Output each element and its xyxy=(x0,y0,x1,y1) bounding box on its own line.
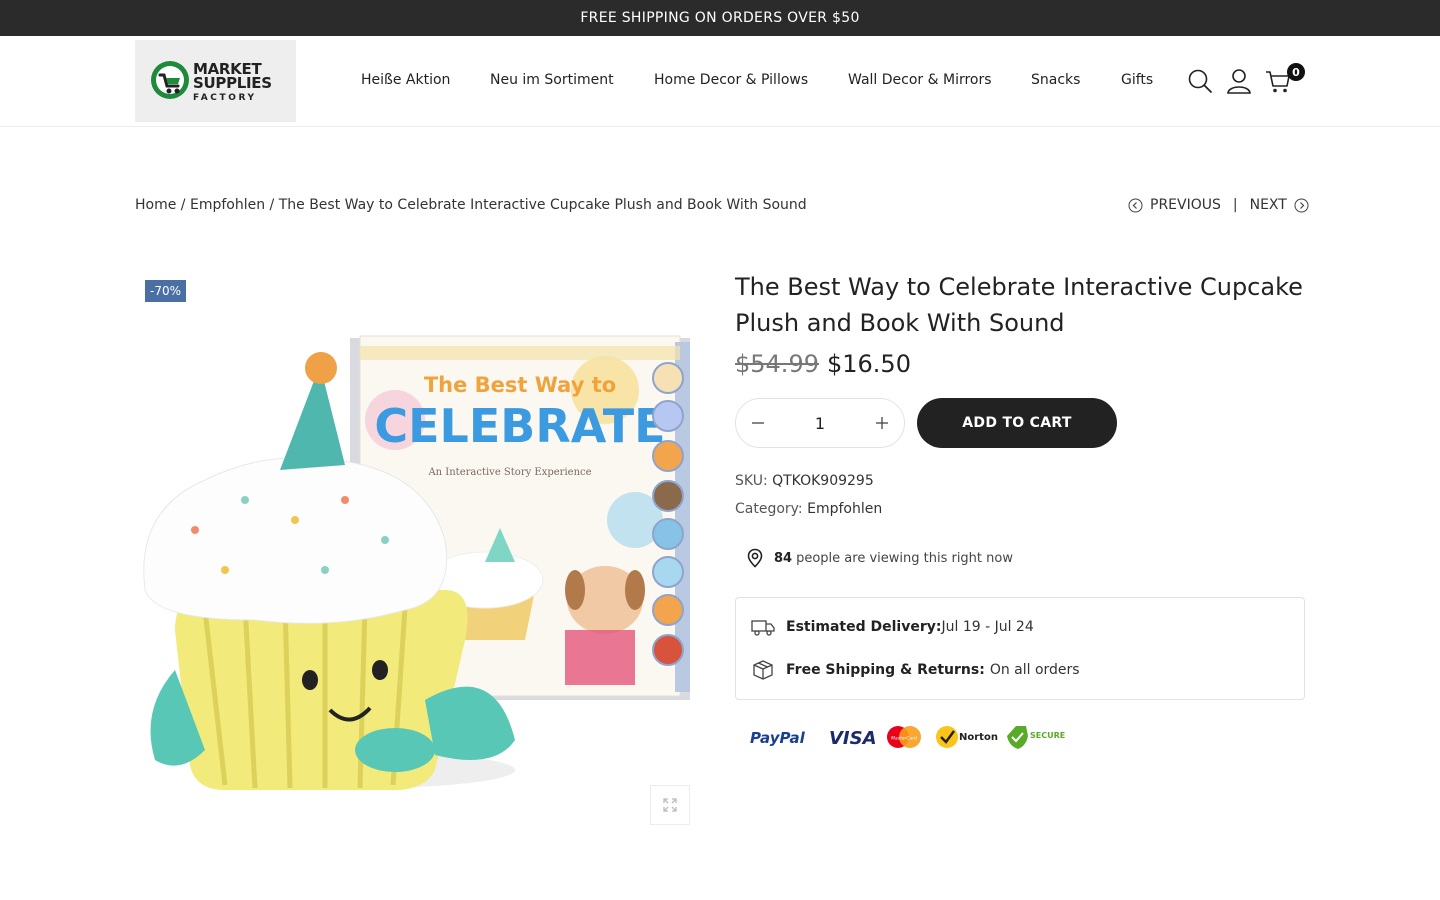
logo-line-3: FACTORY xyxy=(193,93,257,103)
logo-line-2: SUPPLIES xyxy=(193,74,272,92)
viewer-text: people are viewing this right now xyxy=(796,550,1013,566)
free-shipping-value: On all orders xyxy=(989,662,1080,678)
announcement-bar: FREE SHIPPING ON ORDERS OVER $50 xyxy=(0,0,1440,36)
breadcrumb-category[interactable]: Empfohlen xyxy=(190,197,265,213)
mastercard-text: MasterCard xyxy=(891,736,917,742)
delivery-info-box: Estimated Delivery: Jul 19 - Jul 24 Free… xyxy=(735,597,1305,700)
logo-wordmark: MARKET SUPPLIES FACTORY xyxy=(193,62,272,105)
expand-icon xyxy=(663,798,677,812)
secure-text: SECURE xyxy=(1030,731,1065,740)
estimated-delivery-value: Jul 19 - Jul 24 xyxy=(941,619,1034,635)
decrease-quantity-button[interactable] xyxy=(750,415,766,431)
paypal-logo: PayPal xyxy=(750,729,806,747)
sku-label: SKU: xyxy=(735,473,768,489)
map-pin-icon xyxy=(747,548,763,568)
nav-item-heisse-aktion[interactable]: Heiße Aktion xyxy=(361,72,450,88)
nav-item-gifts[interactable]: Gifts xyxy=(1121,72,1153,88)
product-image[interactable]: The Best Way to CELEBRATE An Interactive… xyxy=(135,270,705,830)
breadcrumb-separator: / xyxy=(180,197,186,213)
discount-badge: -70% xyxy=(145,280,186,302)
sku-row: SKU: QTKOK909295 xyxy=(735,473,874,489)
ssl-secure-logo: SECURE xyxy=(1007,726,1065,749)
announcement-text: FREE SHIPPING ON ORDERS OVER $50 xyxy=(580,10,860,26)
package-icon xyxy=(753,660,773,680)
chevron-left-circle-icon[interactable] xyxy=(1128,198,1143,213)
truck-icon xyxy=(751,620,775,636)
quantity-input[interactable]: 1 xyxy=(815,414,825,433)
pager-divider: | xyxy=(1232,197,1238,213)
user-icon[interactable] xyxy=(1226,68,1252,94)
norton-logo: Norton xyxy=(936,726,998,748)
nav-item-snacks[interactable]: Snacks xyxy=(1031,72,1080,88)
site-logo[interactable]: MARKET SUPPLIES FACTORY xyxy=(135,40,296,122)
payment-methods: PayPal VISA MasterCard Norton SECURE xyxy=(750,726,1065,749)
product-pager: PREVIOUS | NEXT xyxy=(1128,197,1309,213)
product-title: The Best Way to Celebrate Interactive Cu… xyxy=(735,273,1303,337)
breadcrumb-home[interactable]: Home xyxy=(135,197,176,213)
site-header: MARKET SUPPLIES FACTORY Heiße Aktion Neu… xyxy=(0,36,1440,127)
previous-link[interactable]: PREVIOUS xyxy=(1150,197,1221,213)
book-title-line-1: The Best Way to xyxy=(424,373,616,397)
free-shipping-label: Free Shipping & Returns: xyxy=(786,662,985,678)
minus-icon xyxy=(752,422,764,424)
visa-logo: VISA xyxy=(829,728,877,749)
breadcrumb-separator: / xyxy=(269,197,275,213)
chevron-right-circle-icon[interactable] xyxy=(1294,198,1309,213)
visa-text: VISA xyxy=(829,728,877,749)
breadcrumb: Home / Empfohlen / The Best Way to Celeb… xyxy=(135,197,807,213)
zoom-button[interactable] xyxy=(650,785,690,825)
product-price: $54.99 $16.50 xyxy=(735,350,911,378)
quantity-stepper: 1 xyxy=(735,398,905,448)
current-price: $16.50 xyxy=(826,350,911,378)
increase-quantity-button[interactable] xyxy=(874,415,890,431)
free-shipping-row: Free Shipping & Returns: On all orders xyxy=(751,660,1080,680)
breadcrumb-current: The Best Way to Celebrate Interactive Cu… xyxy=(278,197,807,213)
norton-text: Norton xyxy=(959,732,998,743)
category-link[interactable]: Empfohlen xyxy=(807,501,882,517)
nav-item-wall-decor[interactable]: Wall Decor & Mirrors xyxy=(848,72,992,88)
logo-cart-icon xyxy=(151,61,189,99)
book-title-line-2: CELEBRATE xyxy=(374,399,665,453)
sku-value: QTKOK909295 xyxy=(772,473,874,489)
nav-item-neu-im-sortiment[interactable]: Neu im Sortiment xyxy=(490,72,614,88)
plus-icon xyxy=(876,417,888,429)
old-price: $54.99 xyxy=(735,350,819,378)
viewer-count: 84 xyxy=(774,550,793,566)
category-row: Category: Empfohlen xyxy=(735,501,882,517)
category-label: Category: xyxy=(735,501,803,517)
search-icon[interactable] xyxy=(1187,68,1213,94)
nav-item-home-decor[interactable]: Home Decor & Pillows xyxy=(654,72,808,88)
estimated-delivery-row: Estimated Delivery: Jul 19 - Jul 24 xyxy=(751,617,1034,637)
book-subtitle: An Interactive Story Experience xyxy=(427,467,591,478)
add-to-cart-button[interactable]: ADD TO CART xyxy=(917,398,1117,448)
next-link[interactable]: NEXT xyxy=(1250,197,1287,213)
paypal-text: PayPal xyxy=(750,729,806,747)
estimated-delivery-label: Estimated Delivery: xyxy=(786,619,942,635)
cart-count-badge: 0 xyxy=(1287,63,1305,81)
mastercard-logo: MasterCard xyxy=(887,726,921,748)
live-viewers: 84 people are viewing this right now xyxy=(745,548,1013,568)
